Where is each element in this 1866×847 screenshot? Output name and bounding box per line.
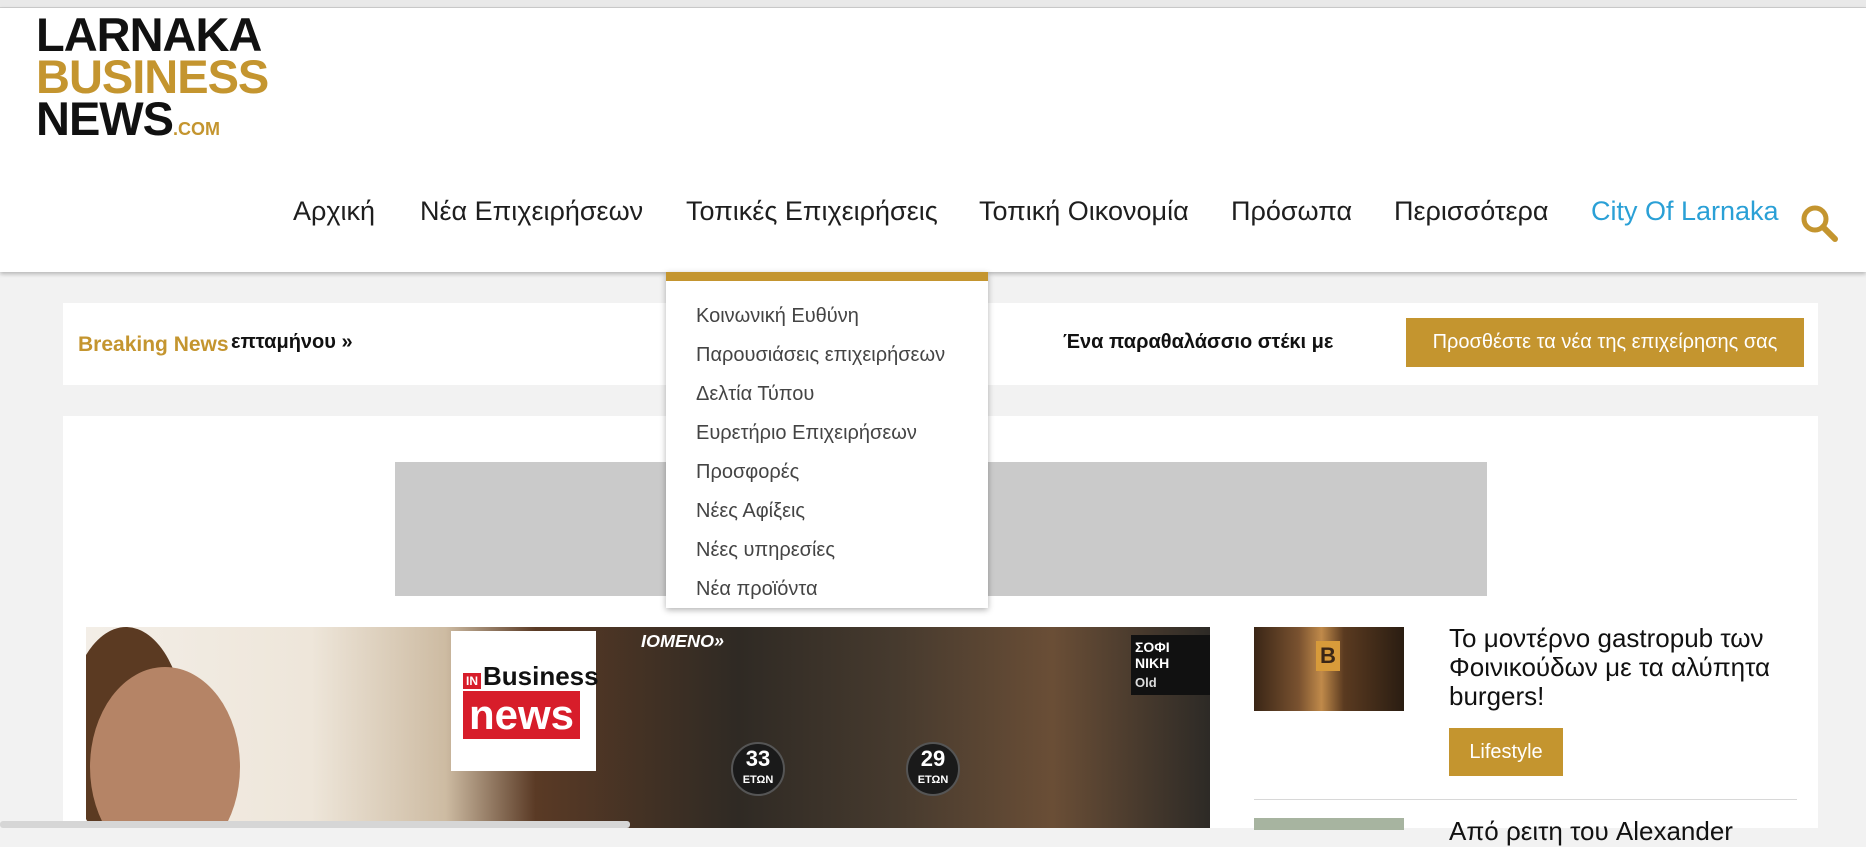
dropdown-item-offers[interactable]: Προσφορές (666, 453, 988, 492)
nav-local-businesses[interactable]: Τοπικές Επιχειρήσεις (686, 196, 938, 227)
main-navigation: Αρχική Νέα Επιχειρήσεων Τοπικές Επιχειρή… (0, 196, 1866, 246)
dropdown-item-new-services[interactable]: Νέες υπηρεσίες (666, 531, 988, 570)
site-logo[interactable]: LARNAKA BUSINESS NEWS.COM (36, 11, 269, 150)
dropdown-item-social-responsibility[interactable]: Κοινωνική Ευθύνη (666, 297, 988, 336)
breaking-news-headline-left[interactable]: επταμήνου » (231, 331, 353, 354)
local-businesses-dropdown-menu: Κοινωνική Ευθύνη Παρουσιάσεις επιχειρήσε… (666, 272, 988, 608)
sidebar-article-1-title[interactable]: Το μοντέρνο gastropub των Φοινικούδων με… (1449, 624, 1799, 711)
dropdown-item-business-directory[interactable]: Ευρετήριο Επιχειρήσεων (666, 414, 988, 453)
featured-article-image[interactable]: IN Business news ΙΟΜΕΝΟ» 33 ΕΤΩΝ 29 ΕΤΩΝ ΣΟ… (86, 627, 1210, 828)
brand-in: IN (463, 673, 481, 689)
browser-top-edge (0, 0, 1866, 8)
thumbnail-bar-sign: B (1316, 641, 1340, 671)
logo-news: NEWS (36, 92, 174, 145)
brand-news: news (463, 691, 581, 739)
nav-home[interactable]: Αρχική (293, 196, 375, 227)
horizontal-scrollbar[interactable] (0, 821, 630, 828)
corner-sign-text: ΣΟΦΙ ΝΙΚΗ (1135, 639, 1170, 671)
dropdown-item-new-products[interactable]: Νέα προϊόντα (666, 570, 988, 609)
feature-banner-text: ΙΟΜΕΝΟ» (641, 631, 725, 651)
breaking-news-headline-right[interactable]: Ένα παραθαλάσσιο στέκι με (1063, 331, 1333, 354)
badge-29-number: 29 (920, 746, 946, 771)
sidebar-article-1-thumbnail[interactable]: B (1254, 627, 1404, 711)
dropdown-list: Κοινωνική Ευθύνη Παρουσιάσεις επιχειρήσε… (666, 281, 988, 609)
anniversary-badge-33: 33 ΕΤΩΝ (731, 742, 785, 796)
nav-business-news[interactable]: Νέα Επιχειρήσεων (420, 196, 643, 227)
badge-33-number: 33 (745, 746, 771, 771)
category-lifestyle-button[interactable]: Lifestyle (1449, 728, 1563, 776)
dropdown-item-new-arrivals[interactable]: Νέες Αφίξεις (666, 492, 988, 531)
sidebar-article-2-thumbnail[interactable] (1254, 818, 1404, 830)
feature-corner-sign: ΣΟΦΙ ΝΙΚΗ Old (1131, 635, 1210, 695)
sidebar-article-2-title[interactable]: Από ρειτη του Alexander (1449, 816, 1733, 847)
nav-more[interactable]: Περισσότερα (1394, 196, 1549, 227)
site-header: LARNAKA BUSINESS NEWS.COM Αρχική Νέα Επι… (0, 8, 1866, 272)
search-icon[interactable] (1800, 204, 1838, 242)
dropdown-item-business-presentations[interactable]: Παρουσιάσεις επιχειρήσεων (666, 336, 988, 375)
brand-business: Business (483, 661, 599, 691)
inbusiness-news-logo: IN Business news (451, 631, 599, 771)
sidebar-divider (1254, 799, 1797, 800)
badge-29-word: ΕΤΩΝ (917, 774, 949, 786)
breaking-news-label: Breaking News (78, 333, 229, 356)
corner-sign-extra: Old (1135, 675, 1157, 690)
badge-33-word: ΕΤΩΝ (742, 774, 774, 786)
nav-city-of-larnaka[interactable]: City Of Larnaka (1591, 196, 1779, 227)
add-business-news-button[interactable]: Προσθέστε τα νέα της επιχείρησης σας (1406, 318, 1804, 367)
nav-people[interactable]: Πρόσωπα (1231, 196, 1352, 227)
dropdown-item-press-releases[interactable]: Δελτία Τύπου (666, 375, 988, 414)
nav-local-economy[interactable]: Τοπική Οικονομία (979, 196, 1189, 227)
logo-suffix: .COM (173, 119, 220, 139)
anniversary-badge-29: 29 ΕΤΩΝ (906, 742, 960, 796)
logo-line-3: NEWS.COM (36, 95, 268, 150)
